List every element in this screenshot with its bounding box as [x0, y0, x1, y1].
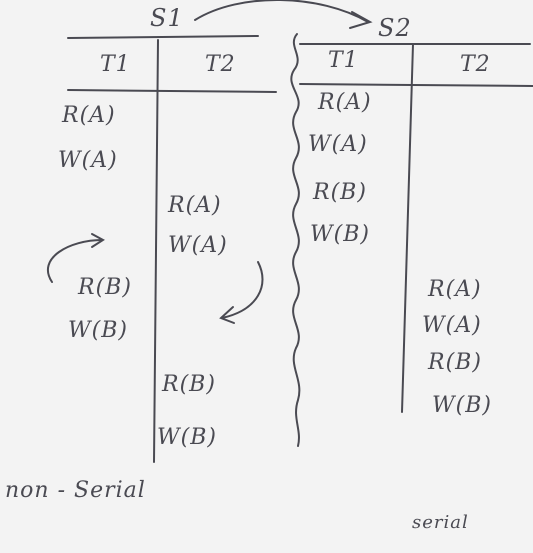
- swap-arrow-right: [221, 261, 264, 319]
- s1-header-rule: [67, 89, 277, 93]
- s1-t1-header: T1: [100, 52, 131, 77]
- s1-to-s2-arrow: [194, 0, 369, 23]
- s1-operation: W(B): [68, 318, 128, 343]
- s1-title: S1: [150, 4, 184, 32]
- s1-operation: R(B): [162, 372, 216, 397]
- s2-header-rule: [299, 83, 533, 87]
- s2-operation: W(A): [422, 313, 482, 338]
- s1-operation: R(A): [62, 103, 116, 128]
- s2-title: S2: [378, 14, 412, 42]
- serial-label: serial: [412, 512, 469, 533]
- s2-operation: R(B): [428, 350, 482, 375]
- s1-operation: R(A): [168, 193, 222, 218]
- s2-operation: W(A): [308, 132, 368, 157]
- s2-t1-header: T1: [328, 48, 359, 73]
- s2-column-divider: [401, 43, 414, 413]
- whiteboard: S1 S2 T1 T2 T1 T2 R(A) W(A) R(A) W(A) R(…: [0, 0, 533, 553]
- s1-column-divider: [153, 39, 159, 463]
- s2-t2-header: T2: [460, 52, 491, 77]
- s1-top-rule: [67, 35, 259, 39]
- s1-operation: R(B): [78, 275, 132, 300]
- schedule-separator: [290, 33, 301, 447]
- s2-operation: R(A): [318, 90, 372, 115]
- s1-t2-header: T2: [205, 52, 236, 77]
- non-serial-label: non - Serial: [5, 478, 146, 503]
- s2-operation: W(B): [432, 393, 492, 418]
- s2-operation: R(A): [428, 277, 482, 302]
- s1-operation: W(B): [157, 425, 217, 450]
- s2-operation: R(B): [313, 180, 367, 205]
- s2-operation: W(B): [310, 222, 370, 247]
- s1-operation: W(A): [168, 233, 228, 258]
- s1-operation: W(A): [58, 148, 118, 173]
